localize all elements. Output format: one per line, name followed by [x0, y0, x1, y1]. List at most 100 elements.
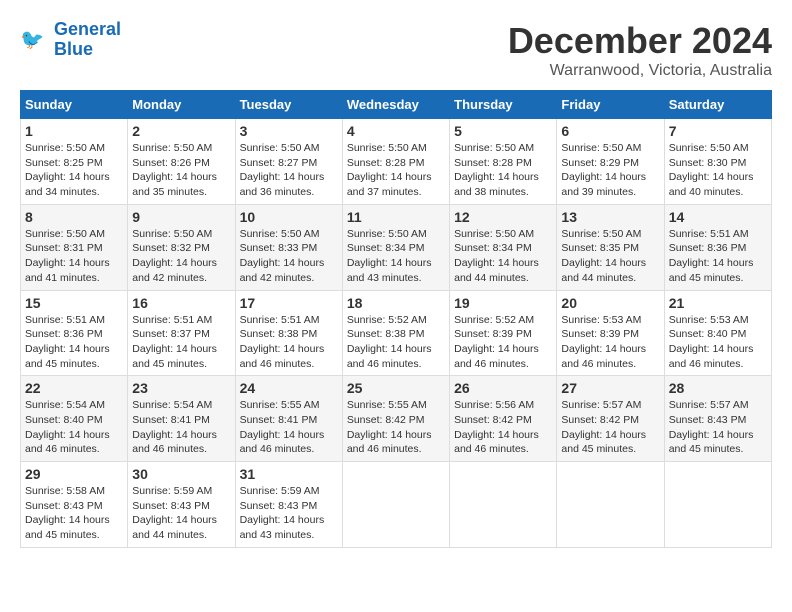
day-number: 24 — [240, 380, 338, 396]
day-cell: 24 Sunrise: 5:55 AM Sunset: 8:41 PM Dayl… — [235, 376, 342, 462]
header-cell-wednesday: Wednesday — [342, 91, 449, 119]
day-number: 23 — [132, 380, 230, 396]
day-info: Sunrise: 5:54 AM Sunset: 8:40 PM Dayligh… — [25, 398, 123, 457]
day-cell: 30 Sunrise: 5:59 AM Sunset: 8:43 PM Dayl… — [128, 462, 235, 548]
day-number: 30 — [132, 466, 230, 482]
day-cell: 10 Sunrise: 5:50 AM Sunset: 8:33 PM Dayl… — [235, 204, 342, 290]
day-number: 29 — [25, 466, 123, 482]
day-cell: 29 Sunrise: 5:58 AM Sunset: 8:43 PM Dayl… — [21, 462, 128, 548]
day-number: 7 — [669, 123, 767, 139]
day-number: 21 — [669, 295, 767, 311]
svg-text:🐦: 🐦 — [20, 29, 44, 51]
week-row-4: 22 Sunrise: 5:54 AM Sunset: 8:40 PM Dayl… — [21, 376, 772, 462]
day-number: 19 — [454, 295, 552, 311]
day-info: Sunrise: 5:52 AM Sunset: 8:38 PM Dayligh… — [347, 313, 445, 372]
day-info: Sunrise: 5:50 AM Sunset: 8:27 PM Dayligh… — [240, 141, 338, 200]
day-info: Sunrise: 5:50 AM Sunset: 8:29 PM Dayligh… — [561, 141, 659, 200]
day-cell: 5 Sunrise: 5:50 AM Sunset: 8:28 PM Dayli… — [450, 119, 557, 205]
day-info: Sunrise: 5:50 AM Sunset: 8:26 PM Dayligh… — [132, 141, 230, 200]
day-info: Sunrise: 5:50 AM Sunset: 8:31 PM Dayligh… — [25, 227, 123, 286]
day-cell: 11 Sunrise: 5:50 AM Sunset: 8:34 PM Dayl… — [342, 204, 449, 290]
week-row-1: 1 Sunrise: 5:50 AM Sunset: 8:25 PM Dayli… — [21, 119, 772, 205]
day-number: 12 — [454, 209, 552, 225]
header-cell-monday: Monday — [128, 91, 235, 119]
day-number: 15 — [25, 295, 123, 311]
week-row-2: 8 Sunrise: 5:50 AM Sunset: 8:31 PM Dayli… — [21, 204, 772, 290]
day-number: 18 — [347, 295, 445, 311]
day-info: Sunrise: 5:55 AM Sunset: 8:42 PM Dayligh… — [347, 398, 445, 457]
day-cell: 20 Sunrise: 5:53 AM Sunset: 8:39 PM Dayl… — [557, 290, 664, 376]
day-info: Sunrise: 5:55 AM Sunset: 8:41 PM Dayligh… — [240, 398, 338, 457]
day-info: Sunrise: 5:51 AM Sunset: 8:37 PM Dayligh… — [132, 313, 230, 372]
week-row-5: 29 Sunrise: 5:58 AM Sunset: 8:43 PM Dayl… — [21, 462, 772, 548]
day-cell: 4 Sunrise: 5:50 AM Sunset: 8:28 PM Dayli… — [342, 119, 449, 205]
day-cell: 9 Sunrise: 5:50 AM Sunset: 8:32 PM Dayli… — [128, 204, 235, 290]
header-cell-sunday: Sunday — [21, 91, 128, 119]
day-number: 6 — [561, 123, 659, 139]
day-cell: 12 Sunrise: 5:50 AM Sunset: 8:34 PM Dayl… — [450, 204, 557, 290]
title-block: December 2024 Warranwood, Victoria, Aust… — [508, 20, 772, 80]
day-number: 14 — [669, 209, 767, 225]
day-number: 16 — [132, 295, 230, 311]
day-cell: 22 Sunrise: 5:54 AM Sunset: 8:40 PM Dayl… — [21, 376, 128, 462]
day-cell: 13 Sunrise: 5:50 AM Sunset: 8:35 PM Dayl… — [557, 204, 664, 290]
day-number: 13 — [561, 209, 659, 225]
calendar-body: 1 Sunrise: 5:50 AM Sunset: 8:25 PM Dayli… — [21, 119, 772, 548]
header-cell-thursday: Thursday — [450, 91, 557, 119]
day-info: Sunrise: 5:50 AM Sunset: 8:25 PM Dayligh… — [25, 141, 123, 200]
day-info: Sunrise: 5:53 AM Sunset: 8:39 PM Dayligh… — [561, 313, 659, 372]
header-row: SundayMondayTuesdayWednesdayThursdayFrid… — [21, 91, 772, 119]
day-info: Sunrise: 5:50 AM Sunset: 8:28 PM Dayligh… — [347, 141, 445, 200]
day-info: Sunrise: 5:54 AM Sunset: 8:41 PM Dayligh… — [132, 398, 230, 457]
day-info: Sunrise: 5:53 AM Sunset: 8:40 PM Dayligh… — [669, 313, 767, 372]
day-cell: 2 Sunrise: 5:50 AM Sunset: 8:26 PM Dayli… — [128, 119, 235, 205]
day-cell: 19 Sunrise: 5:52 AM Sunset: 8:39 PM Dayl… — [450, 290, 557, 376]
day-cell: 26 Sunrise: 5:56 AM Sunset: 8:42 PM Dayl… — [450, 376, 557, 462]
header-cell-saturday: Saturday — [664, 91, 771, 119]
page-subtitle: Warranwood, Victoria, Australia — [508, 62, 772, 80]
day-info: Sunrise: 5:51 AM Sunset: 8:38 PM Dayligh… — [240, 313, 338, 372]
header-cell-tuesday: Tuesday — [235, 91, 342, 119]
day-info: Sunrise: 5:50 AM Sunset: 8:35 PM Dayligh… — [561, 227, 659, 286]
day-cell: 3 Sunrise: 5:50 AM Sunset: 8:27 PM Dayli… — [235, 119, 342, 205]
day-cell: 1 Sunrise: 5:50 AM Sunset: 8:25 PM Dayli… — [21, 119, 128, 205]
day-cell — [450, 462, 557, 548]
day-cell: 8 Sunrise: 5:50 AM Sunset: 8:31 PM Dayli… — [21, 204, 128, 290]
day-cell — [342, 462, 449, 548]
day-cell — [557, 462, 664, 548]
logo-text: GeneralBlue — [54, 20, 121, 60]
day-info: Sunrise: 5:52 AM Sunset: 8:39 PM Dayligh… — [454, 313, 552, 372]
day-number: 3 — [240, 123, 338, 139]
day-info: Sunrise: 5:50 AM Sunset: 8:34 PM Dayligh… — [347, 227, 445, 286]
day-info: Sunrise: 5:50 AM Sunset: 8:28 PM Dayligh… — [454, 141, 552, 200]
day-cell: 27 Sunrise: 5:57 AM Sunset: 8:42 PM Dayl… — [557, 376, 664, 462]
day-number: 8 — [25, 209, 123, 225]
day-cell — [664, 462, 771, 548]
day-number: 10 — [240, 209, 338, 225]
day-info: Sunrise: 5:56 AM Sunset: 8:42 PM Dayligh… — [454, 398, 552, 457]
day-number: 4 — [347, 123, 445, 139]
calendar-header: SundayMondayTuesdayWednesdayThursdayFrid… — [21, 91, 772, 119]
day-info: Sunrise: 5:58 AM Sunset: 8:43 PM Dayligh… — [25, 484, 123, 543]
day-cell: 6 Sunrise: 5:50 AM Sunset: 8:29 PM Dayli… — [557, 119, 664, 205]
day-info: Sunrise: 5:59 AM Sunset: 8:43 PM Dayligh… — [240, 484, 338, 543]
day-number: 5 — [454, 123, 552, 139]
day-cell: 28 Sunrise: 5:57 AM Sunset: 8:43 PM Dayl… — [664, 376, 771, 462]
day-info: Sunrise: 5:50 AM Sunset: 8:33 PM Dayligh… — [240, 227, 338, 286]
day-info: Sunrise: 5:51 AM Sunset: 8:36 PM Dayligh… — [25, 313, 123, 372]
day-number: 1 — [25, 123, 123, 139]
day-cell: 17 Sunrise: 5:51 AM Sunset: 8:38 PM Dayl… — [235, 290, 342, 376]
day-cell: 16 Sunrise: 5:51 AM Sunset: 8:37 PM Dayl… — [128, 290, 235, 376]
day-cell: 21 Sunrise: 5:53 AM Sunset: 8:40 PM Dayl… — [664, 290, 771, 376]
day-number: 20 — [561, 295, 659, 311]
day-number: 26 — [454, 380, 552, 396]
day-cell: 23 Sunrise: 5:54 AM Sunset: 8:41 PM Dayl… — [128, 376, 235, 462]
day-info: Sunrise: 5:50 AM Sunset: 8:32 PM Dayligh… — [132, 227, 230, 286]
day-info: Sunrise: 5:59 AM Sunset: 8:43 PM Dayligh… — [132, 484, 230, 543]
day-number: 28 — [669, 380, 767, 396]
day-number: 22 — [25, 380, 123, 396]
logo-icon: 🐦 — [20, 25, 50, 55]
day-number: 31 — [240, 466, 338, 482]
day-info: Sunrise: 5:50 AM Sunset: 8:30 PM Dayligh… — [669, 141, 767, 200]
day-cell: 7 Sunrise: 5:50 AM Sunset: 8:30 PM Dayli… — [664, 119, 771, 205]
